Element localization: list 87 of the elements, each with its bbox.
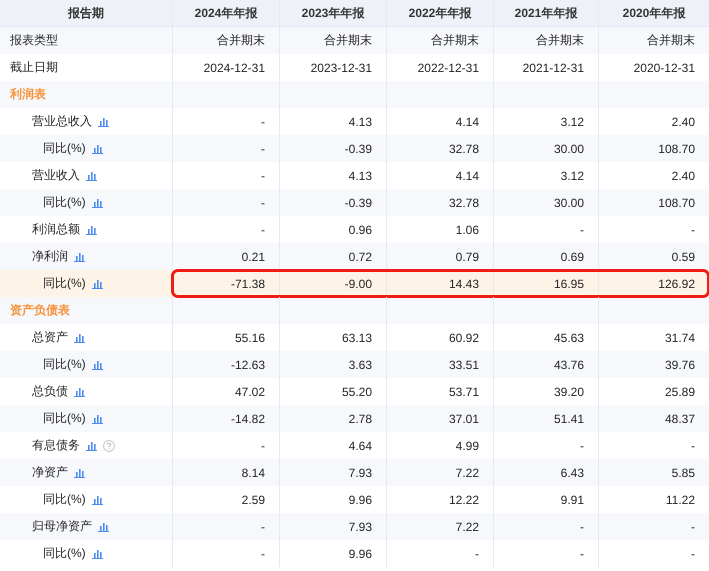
table-cell: - (386, 540, 493, 567)
table-cell: 9.96 (279, 540, 386, 567)
bar-chart-icon[interactable] (86, 224, 97, 234)
row-label: 同比(%) (43, 545, 86, 562)
table-cell: 7.22 (386, 513, 493, 540)
bar-chart-icon[interactable] (74, 252, 85, 262)
row-label: 截止日期 (10, 59, 58, 76)
bar-chart-icon[interactable] (92, 360, 103, 370)
table-cell: 16.95 (493, 270, 598, 297)
table-cell: 0.21 (172, 243, 279, 270)
table-cell: 0.79 (386, 243, 493, 270)
table-cell: 7.22 (386, 459, 493, 486)
section-title: 利润表 (10, 86, 46, 103)
table-cell: -0.39 (279, 135, 386, 162)
table-cell: 14.43 (386, 270, 493, 297)
table-cell: 39.76 (598, 351, 709, 378)
table-cell: 30.00 (493, 189, 598, 216)
row-label: 同比(%) (43, 356, 86, 373)
table-cell: 51.41 (493, 405, 598, 432)
table-cell: 7.93 (279, 459, 386, 486)
bar-chart-icon[interactable] (92, 144, 103, 154)
table-cell: -0.39 (279, 189, 386, 216)
table-cell: 30.00 (493, 135, 598, 162)
bar-chart-icon[interactable] (74, 468, 85, 478)
section-title: 资产负债表 (10, 302, 70, 319)
bar-chart-icon[interactable] (92, 494, 103, 504)
row-label: 同比(%) (43, 194, 86, 211)
table-cell: 8.14 (172, 459, 279, 486)
table-cell: 108.70 (598, 189, 709, 216)
table-cell: 32.78 (386, 189, 493, 216)
bar-chart-icon[interactable] (92, 198, 103, 208)
row-label: 报表类型 (10, 32, 58, 49)
row-label: 有息债务 (32, 437, 80, 454)
table-cell: - (172, 540, 279, 567)
column-header: 报告期 (68, 5, 104, 22)
table-cell: - (598, 540, 709, 567)
table-cell: -9.00 (279, 270, 386, 297)
table-cell: 合并期末 (386, 27, 493, 54)
table-cell: - (172, 135, 279, 162)
table-cell: - (172, 189, 279, 216)
table-cell: 43.76 (493, 351, 598, 378)
table-cell: 合并期末 (493, 27, 598, 54)
bar-chart-icon[interactable] (92, 278, 103, 288)
table-cell: 48.37 (598, 405, 709, 432)
table-cell: 0.59 (598, 243, 709, 270)
bar-chart-icon[interactable] (98, 522, 109, 532)
bar-chart-icon[interactable] (92, 548, 103, 558)
row-label: 净资产 (32, 464, 68, 481)
row-label: 净利润 (32, 248, 68, 265)
help-icon[interactable] (103, 440, 115, 452)
row-label: 利润总额 (32, 221, 80, 238)
bar-chart-icon[interactable] (98, 116, 109, 126)
table-cell: 2.78 (279, 405, 386, 432)
bar-chart-icon[interactable] (86, 170, 97, 180)
table-cell: 6.43 (493, 459, 598, 486)
table-cell: 合并期末 (598, 27, 709, 54)
table-cell: 7.93 (279, 513, 386, 540)
table-cell: 3.63 (279, 351, 386, 378)
bar-chart-icon[interactable] (86, 440, 97, 450)
row-label: 同比(%) (43, 410, 86, 427)
bar-chart-icon[interactable] (74, 386, 85, 396)
row-label: 营业收入 (32, 167, 80, 184)
row-label: 同比(%) (43, 491, 86, 508)
row-label: 营业总收入 (32, 113, 92, 130)
table-cell: 37.01 (386, 405, 493, 432)
table-cell: -12.63 (172, 351, 279, 378)
row-label: 总资产 (32, 329, 68, 346)
table-cell: 0.69 (493, 243, 598, 270)
table-cell: 33.51 (386, 351, 493, 378)
table-cell: - (172, 513, 279, 540)
table-cell: 合并期末 (172, 27, 279, 54)
table-cell: - (598, 513, 709, 540)
table-cell: -14.82 (172, 405, 279, 432)
bar-chart-icon[interactable] (74, 332, 85, 342)
row-label: 同比(%) (43, 140, 86, 157)
table-cell-text: -71.38 (230, 276, 266, 292)
table-cell: 5.85 (598, 459, 709, 486)
table-cell: - (493, 540, 598, 567)
table-cell: 合并期末 (279, 27, 386, 54)
bar-chart-icon[interactable] (92, 414, 103, 424)
table-cell: 0.72 (279, 243, 386, 270)
row-label: 归母净资产 (32, 518, 92, 535)
table-cell: 32.78 (386, 135, 493, 162)
row-label: 同比(%) (43, 275, 86, 292)
table-cell: 108.70 (598, 135, 709, 162)
row-label: 总负债 (32, 383, 68, 400)
table-cell: - (493, 513, 598, 540)
